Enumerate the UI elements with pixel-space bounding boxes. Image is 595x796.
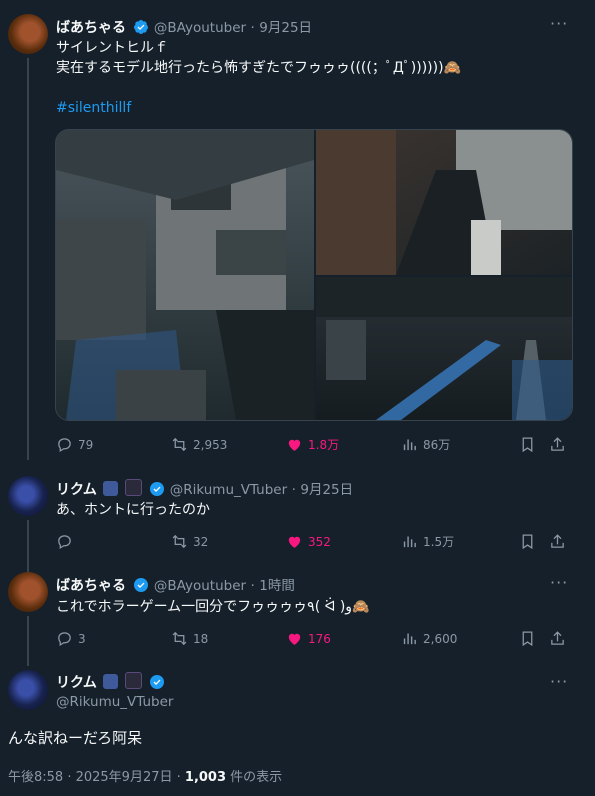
verified-badge-icon	[133, 577, 149, 597]
share-icon	[551, 534, 564, 548]
verified-badge-icon	[149, 481, 165, 501]
views-label: 件の表示	[230, 770, 283, 785]
handle[interactable]: @BAyoutuber	[154, 20, 246, 36]
display-name[interactable]: リクム	[56, 675, 97, 691]
thread-line	[27, 520, 29, 572]
tweet-header: リクム @Rikumu_VTuber · 9月25日	[56, 478, 353, 501]
bookmark-icon	[522, 534, 533, 550]
heart-filled-icon	[288, 536, 301, 548]
reply-icon	[58, 535, 71, 550]
views-count: 1,003	[184, 770, 227, 785]
photo-alley[interactable]	[316, 130, 572, 275]
views-button[interactable]: 2,600	[401, 630, 519, 647]
separator: ·	[291, 482, 296, 498]
tweet-meta-row: 午後8:58 · 2025年9月27日 · 1,003 件の表示	[8, 766, 282, 785]
analytics-icon	[403, 536, 416, 548]
timestamp[interactable]: 1時間	[259, 578, 295, 594]
retweet-count: 2,953	[193, 437, 228, 452]
views-count: 1.5万	[423, 535, 455, 549]
bookmark-icon	[522, 437, 533, 453]
photo-canal[interactable]	[316, 277, 572, 420]
reply-button[interactable]: 3	[56, 630, 171, 647]
reply-button[interactable]	[56, 533, 171, 550]
like-count: 1.8万	[308, 438, 340, 452]
analytics-icon	[403, 439, 416, 451]
analytics-icon	[403, 633, 416, 645]
retweet-icon	[172, 534, 187, 549]
handle[interactable]: @Rikumu_VTuber	[56, 694, 173, 710]
avatar[interactable]	[8, 572, 48, 612]
avatar[interactable]	[8, 476, 48, 516]
like-button[interactable]: 176	[286, 630, 401, 647]
reply-count: 3	[78, 631, 86, 646]
thread-line	[27, 616, 29, 666]
display-name[interactable]: ばあちゃる	[56, 20, 126, 36]
share-button[interactable]	[549, 630, 569, 647]
handle[interactable]: @Rikumu_VTuber	[170, 482, 287, 498]
reply-button[interactable]: 79	[56, 436, 171, 453]
timestamp[interactable]: 午後8:58 · 2025年9月27日 ·	[8, 770, 181, 785]
share-icon	[551, 631, 564, 645]
retweet-icon	[172, 437, 187, 452]
photo-house[interactable]	[56, 130, 314, 420]
emoji-badge-icon	[124, 672, 142, 689]
emoji-badge-icon	[124, 479, 142, 496]
action-bar: 79 2,953 1.8万 86万	[56, 436, 572, 453]
tweet-text: サイレントヒルｆ 実在するモデル地行ったら怖すぎたでフゥゥゥ((((；ﾟДﾟ))…	[56, 40, 461, 76]
action-bar: 3 18 176 2,600	[56, 630, 572, 647]
timestamp[interactable]: 9月25日	[300, 482, 353, 498]
share-button[interactable]	[549, 533, 569, 550]
action-bar: 32 352 1.5万	[56, 533, 572, 550]
more-options-icon[interactable]: ···	[550, 14, 568, 33]
like-button[interactable]: 352	[286, 533, 401, 550]
heart-filled-icon	[288, 633, 301, 645]
views-button[interactable]: 1.5万	[401, 533, 519, 550]
display-name[interactable]: リクム	[56, 482, 97, 498]
share-icon	[551, 437, 564, 451]
main-tweet-text: んな訳ねーだろ阿呆	[8, 729, 143, 747]
retweet-count: 32	[193, 534, 209, 549]
like-count: 352	[308, 534, 331, 549]
tweet-header: ばあちゃる @BAyoutuber · 9月25日	[56, 16, 312, 39]
avatar[interactable]	[8, 670, 48, 710]
tweet-header: ばあちゃる @BAyoutuber · 1時間	[56, 574, 295, 597]
retweet-button[interactable]: 18	[171, 630, 286, 647]
verified-badge-icon	[133, 19, 149, 39]
reply-count: 79	[78, 437, 94, 452]
display-name[interactable]: ばあちゃる	[56, 578, 126, 594]
bookmark-icon	[522, 631, 533, 647]
bookmark-button[interactable]	[519, 436, 549, 453]
more-options-icon[interactable]: ···	[550, 672, 568, 691]
avatar[interactable]	[8, 14, 48, 54]
hashtag-link[interactable]: #silenthillf	[56, 98, 131, 118]
retweet-button[interactable]: 2,953	[171, 436, 286, 453]
timestamp[interactable]: 9月25日	[259, 20, 312, 36]
retweet-count: 18	[193, 631, 209, 646]
like-button[interactable]: 1.8万	[286, 436, 401, 453]
bookmark-button[interactable]	[519, 533, 549, 550]
more-options-icon[interactable]: ···	[550, 573, 568, 592]
separator: ·	[250, 20, 255, 36]
verified-badge-icon	[149, 674, 165, 694]
reply-icon	[58, 438, 71, 453]
views-count: 86万	[423, 438, 451, 452]
like-count: 176	[308, 631, 331, 646]
views-count: 2,600	[423, 631, 458, 646]
handle[interactable]: @BAyoutuber	[154, 578, 246, 594]
heart-filled-icon	[288, 439, 301, 451]
bookmark-button[interactable]	[519, 630, 549, 647]
reply-icon	[58, 632, 71, 647]
tweet-text: これでホラーゲーム一回分でフゥゥゥゥ٩( ᐛ )و🙈	[56, 599, 370, 615]
views-button[interactable]: 86万	[401, 436, 519, 453]
thread-line	[27, 58, 29, 460]
main-tweet-header: リクム	[56, 672, 165, 694]
media-grid	[55, 129, 573, 421]
emoji-badge-icon	[103, 674, 119, 689]
separator: ·	[250, 578, 255, 594]
emoji-badge-icon	[103, 481, 119, 496]
retweet-icon	[172, 631, 187, 646]
tweet-text: あ、ホントに行ったのか	[56, 502, 210, 518]
retweet-button[interactable]: 32	[171, 533, 286, 550]
share-button[interactable]	[549, 436, 569, 453]
